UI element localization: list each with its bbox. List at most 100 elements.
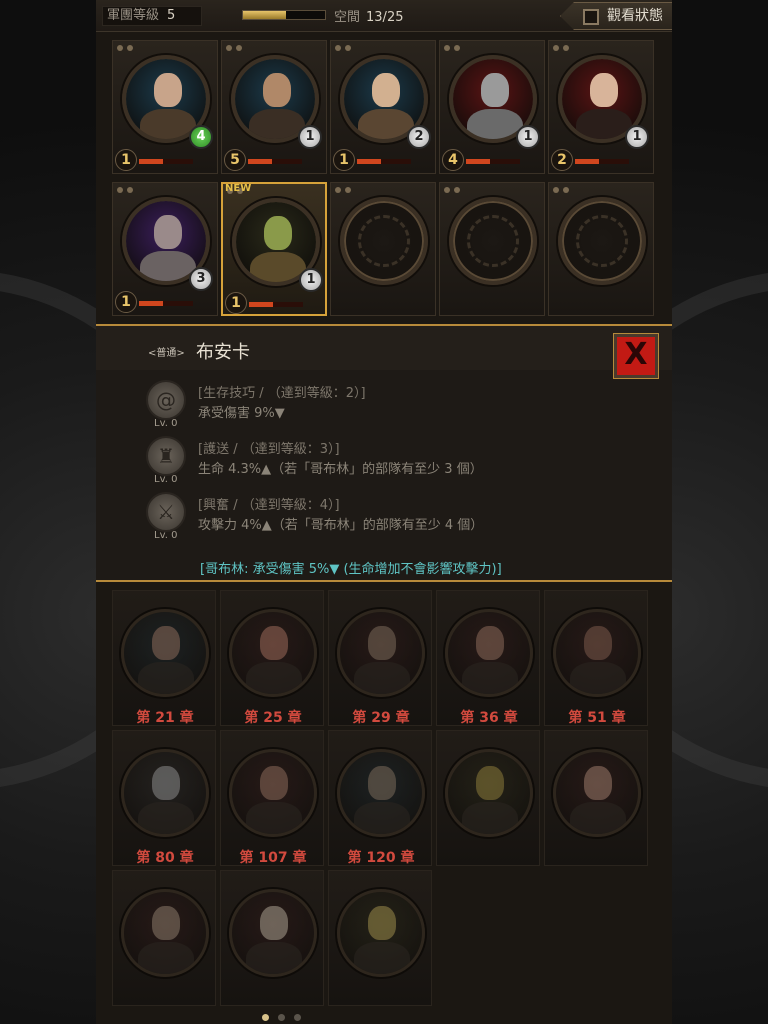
squad-slot[interactable]: 21 <box>330 40 436 174</box>
portrait-body <box>138 802 194 834</box>
portrait-body <box>246 802 302 834</box>
roster-card[interactable] <box>328 870 432 1006</box>
roster-card[interactable] <box>112 870 216 1006</box>
roster-card[interactable]: 第 120 章 <box>328 730 432 866</box>
decorative-ring <box>0 270 96 790</box>
roster-portrait <box>337 609 425 697</box>
new-badge: NEW <box>225 183 252 194</box>
squad-slot[interactable]: 12 <box>548 40 654 174</box>
slot-pip <box>236 45 242 51</box>
portrait-body <box>246 662 302 694</box>
empty-slot-ring <box>449 197 537 285</box>
unit-hp-fill <box>139 301 164 306</box>
chapter-label: 第 120 章 <box>347 850 415 866</box>
slot-pip <box>563 45 569 51</box>
empty-slot[interactable] <box>439 182 545 316</box>
unit-level-badge: 1 <box>333 149 355 171</box>
slot-pip <box>454 45 460 51</box>
portrait-head <box>260 626 288 660</box>
unit-hp-fill <box>249 302 274 307</box>
empty-slot-ring <box>340 197 428 285</box>
portrait-body <box>462 802 518 834</box>
unit-hp-fill <box>357 159 382 164</box>
roster-card[interactable] <box>220 870 324 1006</box>
space-label: 空間 <box>334 10 361 25</box>
roster-portrait <box>229 749 317 837</box>
unit-hp-bar <box>139 159 193 164</box>
space-progress-fill <box>243 11 286 19</box>
portrait-head <box>372 73 400 107</box>
unit-hp-bar <box>357 159 411 164</box>
roster-card[interactable]: 第 36 章 <box>436 590 540 726</box>
empty-slot[interactable] <box>548 182 654 316</box>
space-count: 空間 13/25 <box>334 6 403 25</box>
chapter-label: 第 80 章 <box>136 850 194 866</box>
empty-slot[interactable] <box>330 182 436 316</box>
roster-portrait <box>337 749 425 837</box>
squad-slot[interactable]: NEW 1 1 <box>221 182 327 316</box>
chapter-label: 第 25 章 <box>244 710 302 726</box>
skill-row: @ Lv. 0 [生存技巧 / （達到等級：2）] 承受傷害 9%▼ <box>146 378 646 429</box>
roster-card[interactable]: 第 21 章 <box>112 590 216 726</box>
wreath-icon <box>576 215 628 267</box>
skill-level: Lv. 0 <box>154 474 178 485</box>
wreath-icon <box>467 215 519 267</box>
wreath-icon <box>358 215 410 267</box>
portrait-head <box>260 906 288 940</box>
empty-slot-ring <box>558 197 646 285</box>
slot-pip <box>563 187 569 193</box>
close-button[interactable]: X <box>614 334 658 378</box>
unit-hp-bar <box>139 301 193 306</box>
skill-row: ♜ Lv. 0 [護送 / （達到等級：3）] 生命 4.3%▲（若「哥布林」的部隊有… <box>146 434 646 485</box>
roster-card[interactable]: 第 80 章 <box>112 730 216 866</box>
slot-pip <box>117 45 123 51</box>
squad-slot[interactable]: 31 <box>112 182 218 316</box>
skill-effect: 攻擊力 4%▲（若「哥布林」的部隊有至少 4 個） <box>198 518 484 533</box>
unit-title-row: <普通> 布安卡 X <box>96 326 672 378</box>
decorative-ring <box>672 270 768 790</box>
slot-pip <box>345 187 351 193</box>
portrait-body <box>249 109 305 139</box>
unit-hp-fill <box>139 159 164 164</box>
unit-hp-fill <box>466 159 491 164</box>
space-progress-bar <box>242 10 326 20</box>
unit-count-badge: 1 <box>516 125 540 149</box>
squad-slot[interactable]: 15 <box>221 40 327 174</box>
space-value: 13/25 <box>366 10 404 25</box>
view-status-checkbox[interactable] <box>583 9 599 25</box>
unit-count-badge: 1 <box>299 268 323 292</box>
roster-portrait <box>121 609 209 697</box>
slot-pip <box>335 187 341 193</box>
squad-slot[interactable]: 14 <box>439 40 545 174</box>
portrait-body <box>250 252 306 282</box>
portrait-head <box>152 626 180 660</box>
portrait-body <box>358 109 414 139</box>
portrait-body <box>462 662 518 694</box>
unit-hp-bar <box>248 159 302 164</box>
portrait-head <box>476 626 504 660</box>
unit-detail: <普通> 布安卡 X @ Lv. 0 [生存技巧 / （達到等級：2）] 承受傷害 9… <box>96 326 672 580</box>
roster-card[interactable]: 第 107 章 <box>220 730 324 866</box>
slot-pip <box>345 45 351 51</box>
squad-slot[interactable]: 41 <box>112 40 218 174</box>
page-dot[interactable] <box>278 1014 285 1021</box>
roster-card[interactable]: 第 51 章 <box>544 590 648 726</box>
portrait-body <box>354 662 410 694</box>
page-dot[interactable] <box>262 1014 269 1021</box>
portrait-head <box>476 766 504 800</box>
roster-card[interactable] <box>436 730 540 866</box>
skill-name: [興奮 / （達到等級：4）] <box>198 498 340 513</box>
roster-card[interactable] <box>544 730 648 866</box>
page-dot[interactable] <box>294 1014 301 1021</box>
unit-level-badge: 4 <box>442 149 464 171</box>
skill-level: Lv. 0 <box>154 418 178 429</box>
portrait-body <box>570 662 626 694</box>
roster-portrait <box>121 889 209 977</box>
slot-pip <box>444 187 450 193</box>
roster-card[interactable]: 第 25 章 <box>220 590 324 726</box>
portrait-head <box>154 73 182 107</box>
portrait-head <box>260 766 288 800</box>
view-status-button[interactable]: 觀看狀態 <box>560 2 672 30</box>
roster-card[interactable]: 第 29 章 <box>328 590 432 726</box>
unit-count-badge: 1 <box>625 125 649 149</box>
